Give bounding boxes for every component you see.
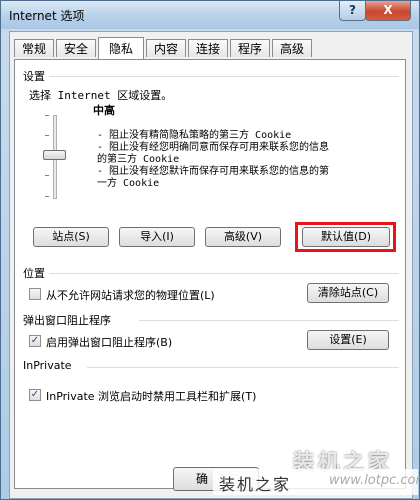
slider-tick bbox=[45, 135, 49, 136]
tab-connections[interactable]: 连接 bbox=[188, 39, 228, 57]
close-button[interactable]: X bbox=[365, 1, 411, 21]
dialog-client: 常规 安全 隐私 内容 连接 程序 高级 设置 选择 Internet 区域设置… bbox=[9, 31, 413, 499]
privacy-slider-thumb[interactable] bbox=[43, 150, 66, 160]
popup-divider bbox=[139, 320, 399, 321]
watermark-url: www.lotpc.com bbox=[329, 473, 420, 488]
tab-advanced[interactable]: 高级 bbox=[272, 39, 312, 57]
help-button[interactable]: ? bbox=[339, 1, 366, 21]
location-divider bbox=[49, 273, 399, 274]
tab-general[interactable]: 常规 bbox=[14, 39, 54, 57]
never-allow-location-label: 从不允许网站请求您的物理位置(L) bbox=[46, 289, 215, 302]
tab-programs[interactable]: 程序 bbox=[230, 39, 270, 57]
slider-tick bbox=[45, 175, 49, 176]
slider-tick bbox=[45, 196, 49, 197]
slider-tick bbox=[45, 115, 49, 116]
advanced-button[interactable]: 高级(V) bbox=[205, 227, 281, 247]
never-allow-location-checkbox[interactable] bbox=[29, 288, 41, 300]
privacy-description-line: 一方 Cookie bbox=[97, 178, 160, 189]
privacy-panel: 设置 选择 Internet 区域设置。 中高 - 阻止没有精简隐私策略的第三方… bbox=[14, 59, 406, 489]
highlight-box bbox=[295, 222, 396, 252]
tab-content[interactable]: 内容 bbox=[146, 39, 186, 57]
enable-popup-blocker-checkbox[interactable]: ✓ bbox=[29, 335, 41, 347]
settings-group-label: 设置 bbox=[23, 70, 45, 83]
title-bar[interactable]: Internet 选项 ? X bbox=[1, 1, 419, 29]
tab-security[interactable]: 安全 bbox=[56, 39, 96, 57]
privacy-level-name: 中高 bbox=[93, 104, 115, 117]
location-group-label: 位置 bbox=[23, 267, 45, 280]
sites-button[interactable]: 站点(S) bbox=[33, 227, 109, 247]
window-title: Internet 选项 bbox=[9, 9, 85, 23]
watermark-brand-small: 装机之家 bbox=[219, 475, 292, 494]
disable-toolbars-label: InPrivate 浏览启动时禁用工具栏和扩展(T) bbox=[46, 390, 257, 403]
disable-toolbars-checkbox[interactable]: ✓ bbox=[29, 389, 41, 401]
import-button[interactable]: 导入(I) bbox=[119, 227, 195, 247]
internet-options-window: Internet 选项 ? X 常规 安全 隐私 内容 连接 程序 高级 设置 … bbox=[0, 0, 420, 500]
settings-prompt: 选择 Internet 区域设置。 bbox=[29, 89, 173, 102]
help-icon: ? bbox=[349, 3, 356, 17]
check-icon: ✓ bbox=[30, 389, 40, 400]
check-icon: ✓ bbox=[30, 335, 40, 346]
enable-popup-blocker-label: 启用弹出窗口阻止程序(B) bbox=[46, 336, 173, 349]
close-icon: X bbox=[383, 3, 393, 17]
popup-group-label: 弹出窗口阻止程序 bbox=[23, 314, 111, 327]
watermark-banner: 装机之家 www.lotpc.com bbox=[213, 469, 420, 495]
popup-settings-button[interactable]: 设置(E) bbox=[307, 330, 389, 350]
inprivate-divider bbox=[87, 367, 399, 368]
inprivate-group-label: InPrivate bbox=[23, 359, 72, 372]
tab-privacy[interactable]: 隐私 bbox=[98, 37, 144, 59]
settings-divider bbox=[49, 76, 399, 77]
clear-sites-button[interactable]: 清除站点(C) bbox=[307, 283, 389, 303]
